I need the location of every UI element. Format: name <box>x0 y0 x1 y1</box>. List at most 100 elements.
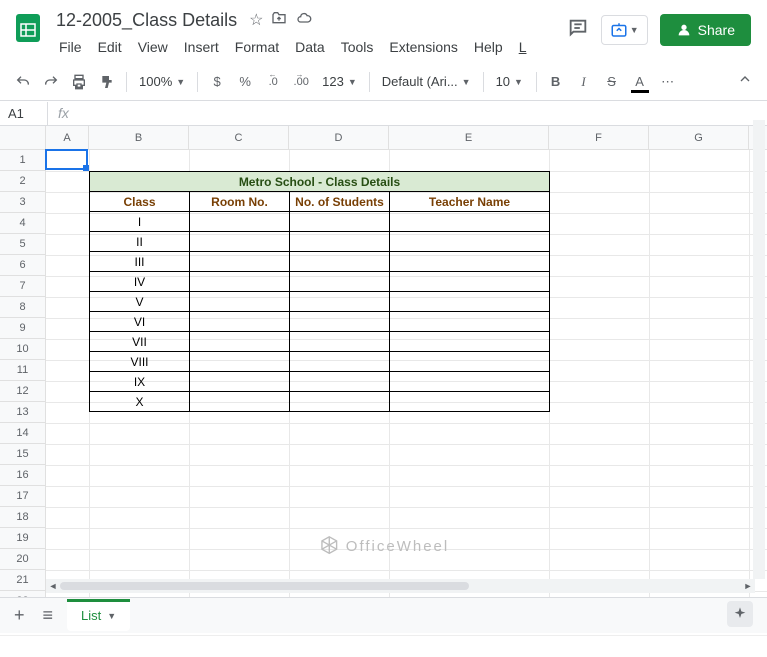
collapse-toolbar-button[interactable] <box>733 67 757 96</box>
star-icon[interactable]: ☆ <box>249 10 263 31</box>
menu-help[interactable]: Help <box>467 35 510 59</box>
doc-area: 12-2005_Class Details ☆ File Edit View I… <box>48 8 567 59</box>
vertical-scrollbar[interactable] <box>753 120 765 579</box>
row-8[interactable]: 8 <box>0 297 45 318</box>
watermark: OfficeWheel <box>318 535 449 557</box>
dec-decrease-button[interactable]: .0← <box>260 69 286 95</box>
class-cell: VI <box>90 312 190 332</box>
font-combo[interactable]: Default (Ari...▼ <box>376 69 477 95</box>
comments-icon[interactable] <box>567 17 589 44</box>
scroll-left-icon[interactable]: ◄ <box>46 581 60 591</box>
table-row: VIII <box>90 352 550 372</box>
row-4[interactable]: 4 <box>0 213 45 234</box>
print-button[interactable] <box>66 69 92 95</box>
text-color-button[interactable]: A <box>627 69 653 95</box>
sheets-logo[interactable] <box>8 8 48 48</box>
row-20[interactable]: 20 <box>0 549 45 570</box>
row-19[interactable]: 19 <box>0 528 45 549</box>
menu-extensions[interactable]: Extensions <box>382 35 464 59</box>
font-size-combo[interactable]: 10▼ <box>490 69 530 95</box>
table-row: I <box>90 212 550 232</box>
more-formats-combo[interactable]: 123▼ <box>316 69 363 95</box>
scroll-right-icon[interactable]: ► <box>741 581 755 591</box>
row-9[interactable]: 9 <box>0 318 45 339</box>
formula-input[interactable] <box>79 102 767 125</box>
class-cell: V <box>90 292 190 312</box>
cloud-status-icon[interactable] <box>295 10 313 31</box>
row-21[interactable]: 21 <box>0 570 45 591</box>
class-cell: VII <box>90 332 190 352</box>
menu-insert[interactable]: Insert <box>177 35 226 59</box>
bold-button[interactable]: B <box>543 69 569 95</box>
header-students: No. of Students <box>290 192 390 212</box>
menu-data[interactable]: Data <box>288 35 332 59</box>
row-12[interactable]: 12 <box>0 381 45 402</box>
row-headers: 1234567891011121314151617181920212223 <box>0 150 46 604</box>
row-17[interactable]: 17 <box>0 486 45 507</box>
row-5[interactable]: 5 <box>0 234 45 255</box>
col-c[interactable]: C <box>189 126 289 149</box>
add-sheet-button[interactable]: + <box>10 601 29 630</box>
row-18[interactable]: 18 <box>0 507 45 528</box>
select-all-corner[interactable] <box>0 126 46 149</box>
row-3[interactable]: 3 <box>0 192 45 213</box>
menu-format[interactable]: Format <box>228 35 286 59</box>
paint-format-button[interactable] <box>94 69 120 95</box>
strikethrough-button[interactable]: S <box>599 69 625 95</box>
col-a[interactable]: A <box>46 126 89 149</box>
undo-button[interactable] <box>10 69 36 95</box>
currency-button[interactable]: $ <box>204 69 230 95</box>
explore-button[interactable] <box>727 601 753 627</box>
class-cell: II <box>90 232 190 252</box>
header-room: Room No. <box>190 192 290 212</box>
horizontal-scrollbar[interactable]: ◄ ► <box>46 579 755 593</box>
share-button[interactable]: Share <box>660 14 751 46</box>
menu-file[interactable]: File <box>52 35 89 59</box>
table-row: II <box>90 232 550 252</box>
header-class: Class <box>90 192 190 212</box>
class-cell: I <box>90 212 190 232</box>
col-b[interactable]: B <box>89 126 189 149</box>
menu-bar: File Edit View Insert Format Data Tools … <box>52 35 567 59</box>
row-16[interactable]: 16 <box>0 465 45 486</box>
row-11[interactable]: 11 <box>0 360 45 381</box>
sheet-tab-menu-icon[interactable]: ▼ <box>107 611 116 621</box>
row-14[interactable]: 14 <box>0 423 45 444</box>
class-cell: III <box>90 252 190 272</box>
table-row: IV <box>90 272 550 292</box>
row-6[interactable]: 6 <box>0 255 45 276</box>
zoom-combo[interactable]: 100%▼ <box>133 69 191 95</box>
name-box[interactable]: A1 <box>0 102 48 125</box>
menu-last[interactable]: L <box>512 35 534 59</box>
header-teacher: Teacher Name <box>390 192 550 212</box>
menu-edit[interactable]: Edit <box>91 35 129 59</box>
sheet-tab-list[interactable]: List ▼ <box>67 600 130 631</box>
class-cell: VIII <box>90 352 190 372</box>
table-row: X <box>90 392 550 412</box>
formula-bar: A1 fx <box>0 101 767 126</box>
present-button[interactable]: ▼ <box>601 15 648 45</box>
redo-button[interactable] <box>38 69 64 95</box>
menu-view[interactable]: View <box>131 35 175 59</box>
move-icon[interactable] <box>271 10 287 31</box>
col-f[interactable]: F <box>549 126 649 149</box>
row-2[interactable]: 2 <box>0 171 45 192</box>
col-g[interactable]: G <box>649 126 749 149</box>
row-7[interactable]: 7 <box>0 276 45 297</box>
row-13[interactable]: 13 <box>0 402 45 423</box>
column-headers: A B C D E F G <box>0 126 767 150</box>
toolbar: 100%▼ $ % .0← .00→ 123▼ Default (Ari...▼… <box>0 63 767 101</box>
all-sheets-button[interactable]: ≡ <box>39 601 58 630</box>
more-tools-button[interactable]: ⋯ <box>655 69 681 95</box>
col-d[interactable]: D <box>289 126 389 149</box>
doc-title[interactable]: 12-2005_Class Details <box>52 8 241 33</box>
row-1[interactable]: 1 <box>0 150 45 171</box>
menu-tools[interactable]: Tools <box>334 35 381 59</box>
class-cell: X <box>90 392 190 412</box>
dec-increase-button[interactable]: .00→ <box>288 69 314 95</box>
col-e[interactable]: E <box>389 126 549 149</box>
italic-button[interactable]: I <box>571 69 597 95</box>
row-10[interactable]: 10 <box>0 339 45 360</box>
percent-button[interactable]: % <box>232 69 258 95</box>
row-15[interactable]: 15 <box>0 444 45 465</box>
